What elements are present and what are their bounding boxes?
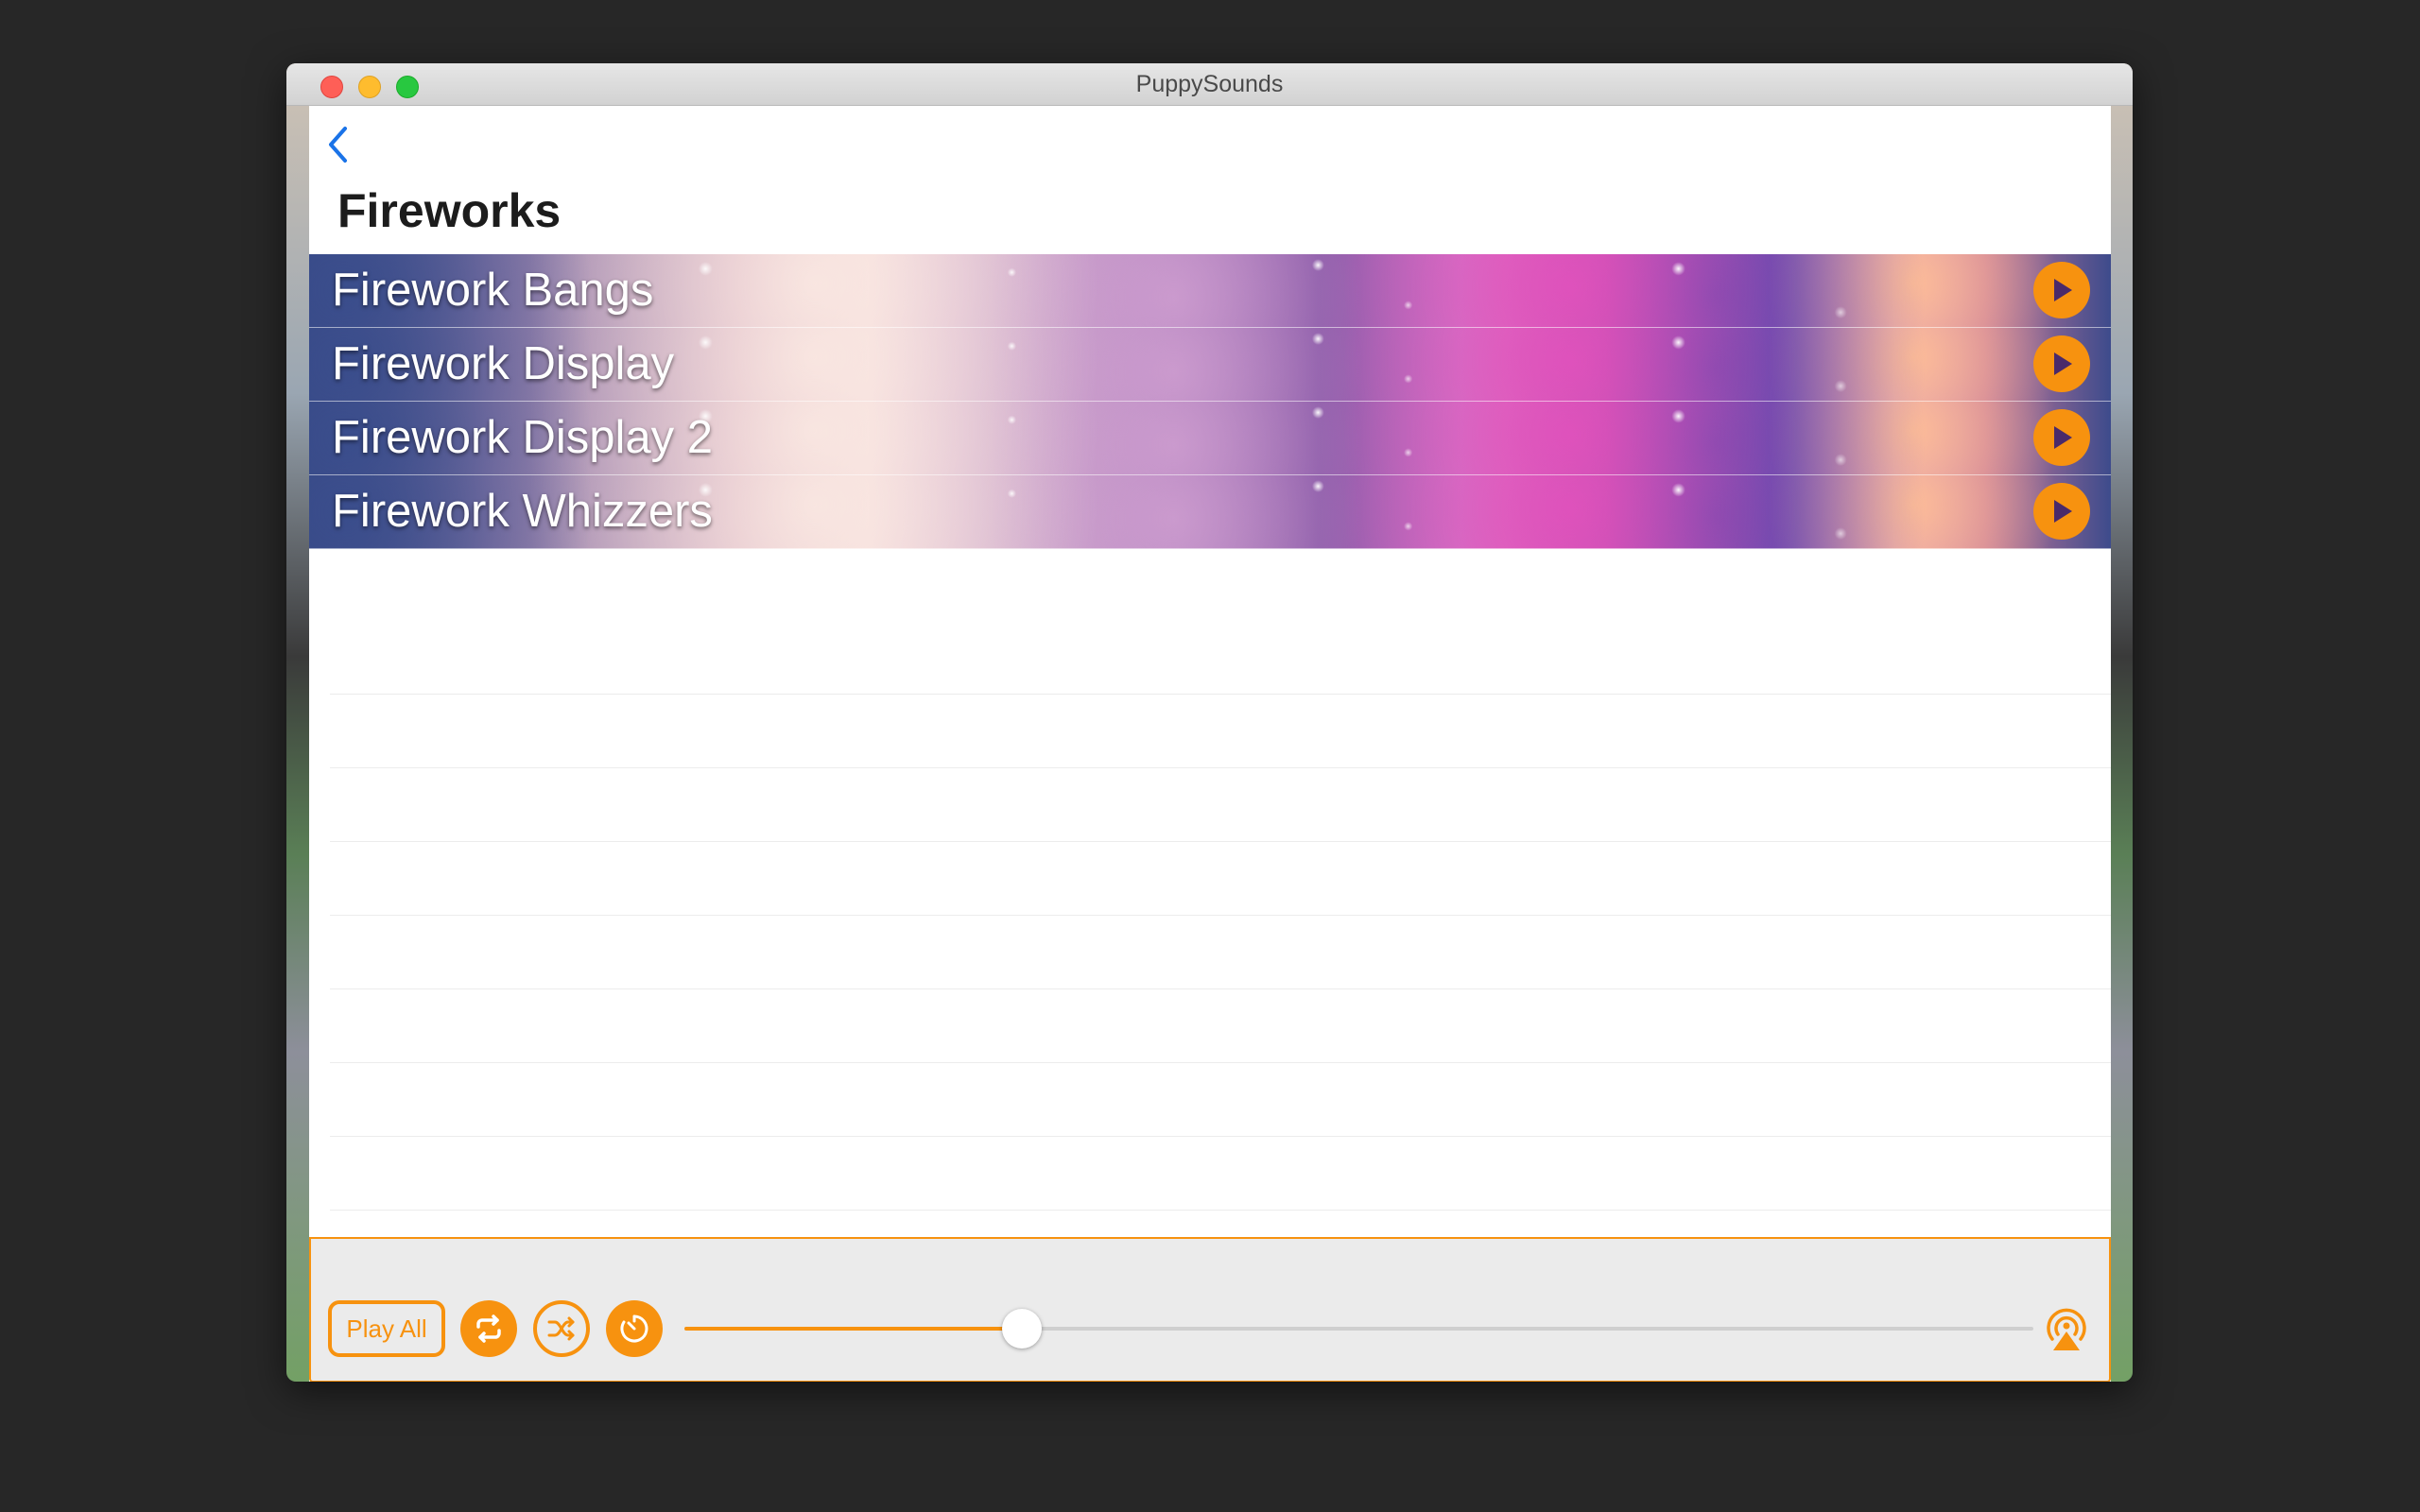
empty-row <box>330 695 2111 768</box>
title-bar: PuppySounds <box>286 63 2133 106</box>
sound-row[interactable]: Firework Display <box>309 328 2111 402</box>
volume-slider-fill <box>684 1327 1022 1331</box>
empty-rows <box>330 621 2111 1211</box>
sound-title: Firework Whizzers <box>332 486 713 537</box>
play-icon <box>2054 426 2072 449</box>
play-sound-button[interactable] <box>2033 335 2090 392</box>
player-bar: Play All <box>309 1237 2111 1382</box>
sound-list: Firework Bangs Firework Display Firework… <box>309 254 2111 549</box>
shuffle-button[interactable] <box>533 1300 590 1357</box>
play-icon <box>2054 500 2072 523</box>
play-sound-button[interactable] <box>2033 483 2090 540</box>
play-sound-button[interactable] <box>2033 409 2090 466</box>
empty-row <box>330 1137 2111 1211</box>
shuffle-icon <box>547 1316 575 1341</box>
window-title: PuppySounds <box>1135 71 1284 97</box>
sound-title: Firework Display <box>332 338 675 389</box>
empty-row <box>330 768 2111 842</box>
play-sound-button[interactable] <box>2033 262 2090 318</box>
sound-title: Firework Bangs <box>332 265 654 316</box>
main-content: Fireworks Firework Bangs Firework Displa… <box>309 106 2111 1382</box>
empty-row <box>330 842 2111 916</box>
play-icon <box>2054 279 2072 301</box>
sound-row[interactable]: Firework Whizzers <box>309 475 2111 549</box>
airplay-icon <box>2047 1308 2086 1350</box>
empty-row <box>330 621 2111 695</box>
chevron-left-icon <box>329 127 347 163</box>
sound-row[interactable]: Firework Bangs <box>309 254 2111 328</box>
page-title: Fireworks <box>337 184 562 237</box>
back-button[interactable] <box>319 123 356 166</box>
repeat-button[interactable] <box>460 1300 517 1357</box>
app-window: PuppySounds Fireworks Firework Bangs Fir… <box>286 63 2133 1382</box>
empty-row <box>330 1063 2111 1137</box>
timer-icon <box>620 1314 648 1343</box>
volume-slider[interactable] <box>684 1309 2033 1349</box>
play-all-button[interactable]: Play All <box>328 1300 445 1357</box>
airplay-button[interactable] <box>2043 1307 2090 1352</box>
volume-slider-thumb[interactable] <box>1001 1309 1042 1349</box>
empty-row <box>330 916 2111 989</box>
play-icon <box>2054 352 2072 375</box>
empty-row <box>330 989 2111 1063</box>
sound-title: Firework Display 2 <box>332 412 713 463</box>
timer-button[interactable] <box>606 1300 663 1357</box>
sound-row[interactable]: Firework Display 2 <box>309 402 2111 475</box>
repeat-icon <box>476 1314 501 1343</box>
